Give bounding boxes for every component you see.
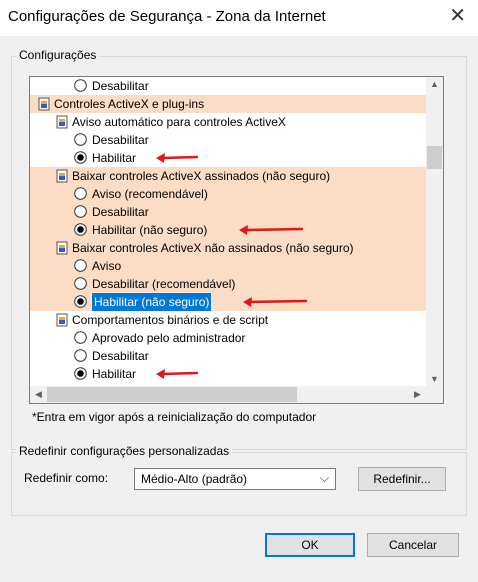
dialog-body: Configurações Desabilitar Controles Activ… (0, 36, 478, 582)
security-level-value: Médio-Alto (padrão) (141, 472, 248, 486)
radio-option-label[interactable]: Aviso (92, 257, 121, 275)
radio-option-label[interactable]: Desabilitar (92, 77, 149, 95)
scroll-left-icon[interactable]: ◀ (30, 389, 47, 400)
radio-option-label[interactable]: Aprovado pelo administrador (92, 329, 245, 347)
radio-option-row[interactable]: Aprovado pelo administrador (30, 329, 426, 347)
radio-unchecked-icon[interactable] (74, 205, 87, 218)
category-label: Controles ActiveX e plug-ins (54, 97, 205, 111)
activex-category-icon (38, 97, 50, 111)
radio-option-row[interactable]: Desabilitar (30, 131, 426, 149)
scrollbar-corner (426, 386, 443, 403)
radio-option-row[interactable]: Desabilitar (recomendável) (30, 275, 426, 293)
setting-document-icon (56, 115, 68, 129)
setting-label: Comportamentos binários e de script (72, 313, 269, 327)
radio-option-row[interactable]: Aviso (30, 257, 426, 275)
security-level-select[interactable]: Médio-Alto (padrão) ⌵ (134, 468, 336, 490)
radio-unchecked-icon[interactable] (74, 259, 87, 272)
settings-list[interactable]: Desabilitar Controles ActiveX e plug-ins A… (29, 76, 444, 404)
radio-option-label[interactable]: Habilitar (92, 149, 136, 167)
radio-option-label[interactable]: Habilitar (não seguro) (90, 292, 213, 312)
setting-row: Baixar controles ActiveX assinados (não … (30, 167, 426, 185)
radio-option-label[interactable]: Habilitar (não seguro) (92, 221, 207, 239)
setting-row: Comportamentos binários e de script (30, 311, 426, 329)
radio-option-label[interactable]: Desabilitar (recomendável) (92, 275, 235, 293)
radio-option-row[interactable]: Habilitar (não seguro) (30, 221, 426, 239)
vertical-scrollbar[interactable]: ▲ ▼ (426, 77, 443, 386)
radio-option-label[interactable]: Desabilitar (92, 347, 149, 365)
setting-row: Baixar controles ActiveX não assinados (… (30, 239, 426, 257)
red-arrow-annotation-icon (242, 297, 307, 307)
horizontal-scroll-thumb[interactable] (47, 387, 297, 402)
radio-option-row[interactable]: Desabilitar (30, 203, 426, 221)
radio-option-label[interactable]: Desabilitar (92, 203, 149, 221)
radio-option-row[interactable]: Habilitar (não seguro) (30, 292, 426, 312)
radio-option-row[interactable]: Habilitar (30, 365, 426, 383)
radio-unchecked-icon[interactable] (74, 349, 87, 362)
red-arrow-annotation-icon (238, 225, 303, 235)
radio-unchecked-icon[interactable] (74, 331, 87, 344)
radio-option-row[interactable]: Aviso (recomendável) (30, 185, 426, 203)
scroll-down-icon[interactable]: ▼ (426, 374, 443, 384)
radio-option-label[interactable]: Habilitar (92, 365, 136, 383)
setting-label: Aviso automático para controles ActiveX (72, 115, 286, 129)
radio-option-label[interactable]: Aviso (recomendável) (92, 185, 208, 203)
radio-unchecked-icon[interactable] (74, 133, 87, 146)
horizontal-scrollbar[interactable]: ◀ ▶ (30, 386, 426, 403)
setting-label: Baixar controles ActiveX não assinados (… (72, 241, 354, 255)
red-arrow-annotation-icon (155, 153, 198, 163)
radio-checked-icon[interactable] (74, 151, 87, 164)
ok-button[interactable]: OK (265, 533, 355, 557)
setting-document-icon (56, 313, 68, 327)
radio-unchecked-icon[interactable] (74, 187, 87, 200)
reset-group-label: Redefinir configurações personalizadas (16, 444, 233, 458)
setting-row: Aviso automático para controles ActiveX (30, 113, 426, 131)
radio-checked-icon[interactable] (74, 223, 87, 236)
radio-option-row[interactable]: Desabilitar (30, 347, 426, 365)
setting-label: Baixar controles ActiveX assinados (não … (72, 169, 331, 183)
reset-to-label: Redefinir como: (24, 471, 109, 485)
chevron-down-icon: ⌵ (319, 471, 329, 485)
radio-checked-icon[interactable] (74, 367, 87, 380)
close-icon[interactable]: ✕ (449, 4, 466, 28)
radio-option-row[interactable]: Habilitar (30, 149, 426, 167)
scroll-up-icon[interactable]: ▲ (426, 79, 443, 89)
restart-note: *Entra em vigor após a reinicialização d… (32, 410, 317, 424)
radio-unchecked-icon[interactable] (74, 79, 87, 92)
setting-document-icon (56, 241, 68, 255)
radio-checked-icon[interactable] (74, 295, 87, 308)
settings-group-label: Configurações (16, 48, 100, 62)
red-arrow-annotation-icon (155, 369, 198, 379)
setting-document-icon (56, 169, 68, 183)
radio-option-row[interactable]: Desabilitar (30, 77, 426, 95)
radio-unchecked-icon[interactable] (74, 277, 87, 290)
vertical-scroll-thumb[interactable] (427, 146, 442, 169)
cancel-button[interactable]: Cancelar (367, 533, 459, 557)
radio-option-label[interactable]: Desabilitar (92, 131, 149, 149)
reset-button[interactable]: Redefinir... (358, 467, 446, 491)
scroll-right-icon[interactable]: ▶ (409, 389, 426, 400)
category-row: Controles ActiveX e plug-ins (30, 95, 426, 113)
window-title: Configurações de Segurança - Zona da Int… (8, 8, 326, 25)
title-bar: Configurações de Segurança - Zona da Int… (0, 0, 478, 36)
